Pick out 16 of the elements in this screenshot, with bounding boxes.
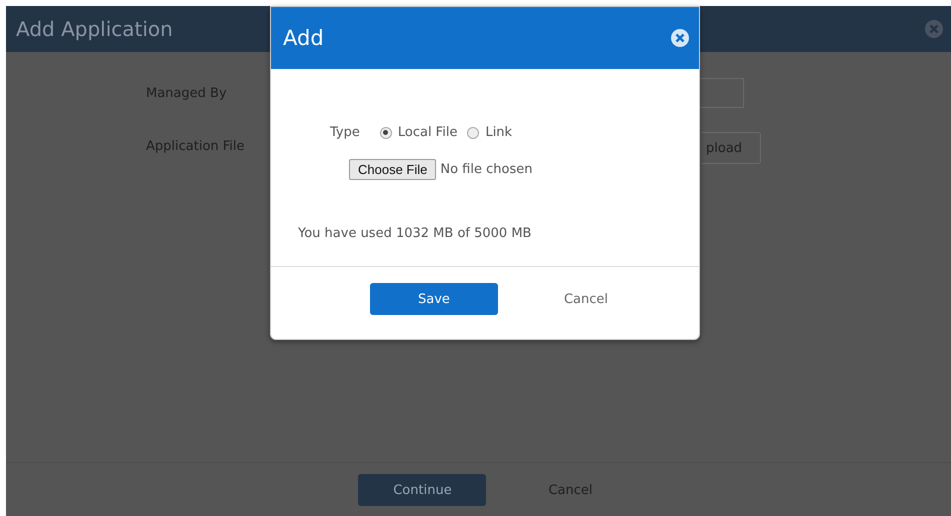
radio-icon[interactable] (467, 126, 480, 138)
cancel-button[interactable]: Cancel (554, 292, 618, 306)
choose-file-button[interactable]: Choose File (349, 159, 436, 180)
usage-text: You have used 1032 MB of 5000 MB (298, 226, 532, 241)
type-label: Type (330, 125, 360, 140)
field-label: Application File (146, 138, 245, 154)
save-button[interactable]: Save (370, 283, 498, 315)
field-label: Managed By (146, 86, 227, 100)
radio-option[interactable]: Link (467, 125, 512, 140)
close-icon[interactable] (671, 29, 689, 47)
radio-option[interactable]: Local File (380, 125, 458, 140)
continue-button[interactable]: Continue (358, 474, 486, 506)
file-status: No file chosen (440, 162, 532, 177)
radio-icon[interactable] (380, 126, 392, 138)
dialog-title: Add (283, 26, 324, 50)
window-title: Add Application (16, 17, 173, 41)
